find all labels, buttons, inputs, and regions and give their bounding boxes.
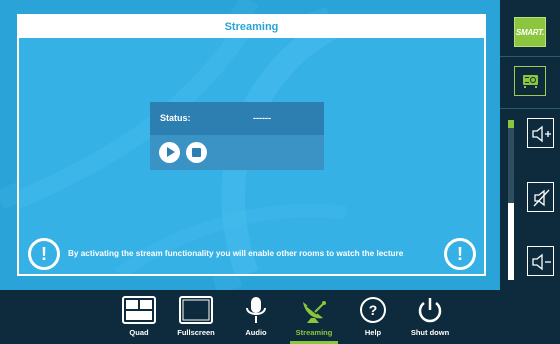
nav-label: Fullscreen	[177, 328, 215, 337]
volume-down-button[interactable]	[527, 246, 554, 276]
quad-icon	[122, 296, 156, 324]
main-area: Streaming Status: ------ ! By activating…	[0, 0, 500, 290]
nav-shutdown[interactable]: Shut down	[402, 290, 458, 344]
nav-quad[interactable]: Quad	[111, 290, 167, 344]
mute-button[interactable]	[527, 182, 554, 212]
volume-max-marker	[508, 120, 514, 128]
info-icon: !	[444, 238, 476, 270]
volume-level-fill	[508, 203, 514, 280]
bottom-nav-bar: Quad Fullscreen Audio Streaming ? Help S…	[0, 290, 560, 344]
nav-fullscreen[interactable]: Fullscreen	[168, 290, 224, 344]
help-icon: ?	[360, 297, 386, 323]
satellite-dish-icon	[303, 301, 326, 323]
mute-icon	[533, 189, 550, 207]
nav-help[interactable]: ? Help	[345, 290, 401, 344]
right-sidebar: SMART.	[500, 0, 560, 290]
volume-down-icon	[532, 253, 551, 271]
volume-slider[interactable]	[508, 120, 514, 280]
play-icon	[167, 147, 175, 157]
play-button[interactable]	[159, 142, 180, 163]
nav-streaming[interactable]: Streaming	[286, 290, 342, 344]
panel-title: Streaming	[19, 16, 484, 38]
nav-audio[interactable]: Audio	[228, 290, 284, 344]
divider	[500, 56, 560, 57]
nav-label: Audio	[245, 328, 267, 337]
info-icon: !	[28, 238, 60, 270]
stop-icon	[192, 148, 201, 157]
microphone-icon	[246, 297, 266, 323]
nav-label: Help	[364, 328, 382, 337]
nav-label: Quad	[129, 328, 149, 337]
projector-button[interactable]	[514, 66, 546, 96]
stop-button[interactable]	[186, 142, 207, 163]
status-label: Status:	[160, 113, 191, 123]
volume-up-button[interactable]	[527, 118, 554, 148]
nav-label: Shut down	[410, 328, 450, 337]
power-icon	[418, 298, 442, 323]
smart-logo-button[interactable]: SMART.	[514, 17, 546, 47]
nav-label: Streaming	[295, 328, 333, 337]
streaming-panel: Streaming Status: ------ ! By activating…	[17, 14, 486, 276]
fullscreen-icon	[179, 296, 213, 324]
volume-up-icon	[532, 125, 551, 143]
info-message: By activating the stream functionality y…	[68, 249, 404, 258]
svg-text:?: ?	[369, 302, 378, 318]
divider	[500, 108, 560, 109]
stream-status-box: Status: ------	[150, 102, 324, 170]
status-value: ------	[253, 113, 271, 123]
